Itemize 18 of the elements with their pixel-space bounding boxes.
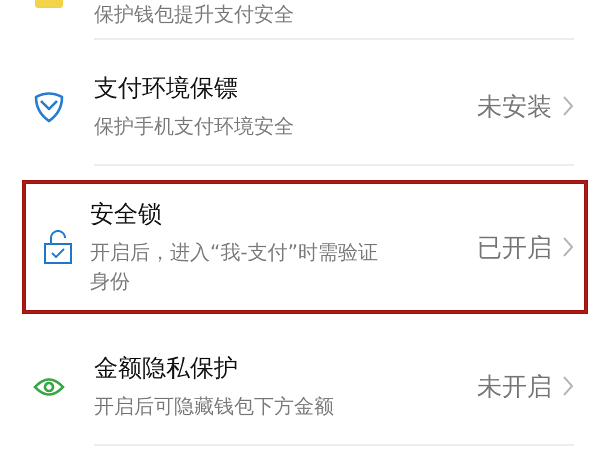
setting-status: 已开启 [477,232,552,264]
setting-description: 保护手机支付环境安全 [94,112,295,140]
setting-description: 保护钱包提升支付安全 [94,0,295,28]
chevron-icon [562,236,574,258]
setting-status: 未安装 [477,90,552,122]
highlighted-setting-row[interactable]: 安全锁 开启后，进入“我-支付”时需验证身份 已开启 [22,180,588,314]
setting-status: 未开启 [477,370,552,402]
wallet-icon [35,0,63,10]
setting-title: 安全锁 [90,199,163,230]
chevron-icon [562,375,574,397]
setting-title: 支付环境保镖 [94,72,239,104]
setting-description: 开启后可隐藏钱包下方金额 [94,392,335,420]
setting-description: 开启后，进入“我-支付”时需验证身份 [90,239,379,295]
shield-icon [32,90,66,124]
setting-title: 金额隐私保护 [94,352,239,384]
chevron-icon [562,95,574,117]
lock-icon [43,229,73,265]
eye-icon [33,376,65,398]
